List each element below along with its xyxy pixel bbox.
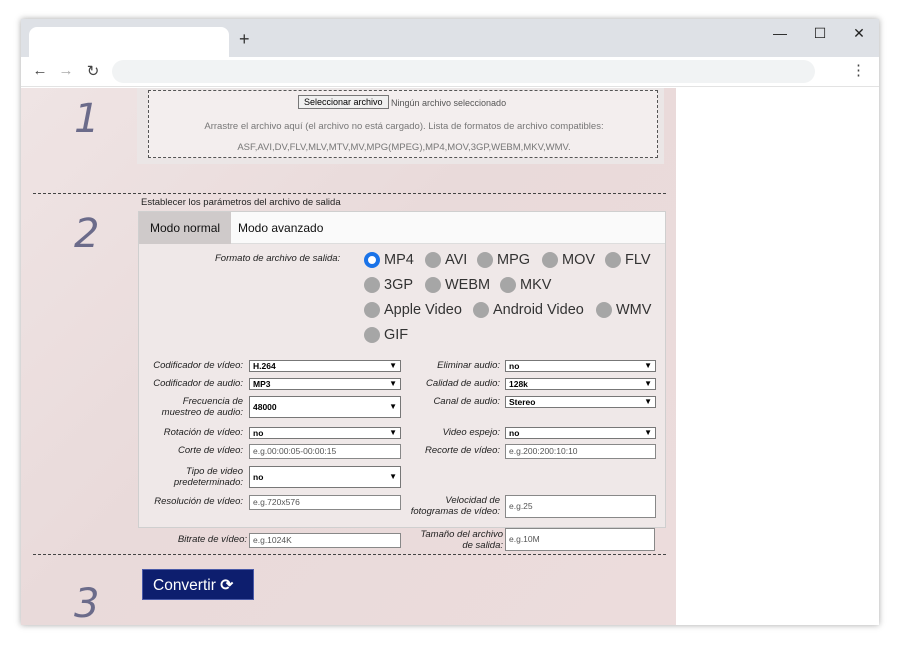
supported-formats: ASF,AVI,DV,FLV,MLV,MTV,MV,MPG(MPEG),MP4,… [237, 142, 571, 153]
page-viewport: 1 Seleccionar archivo Ningún archivo sel… [21, 88, 879, 625]
format-option-webm[interactable]: WEBM [425, 275, 490, 295]
video-codec-select[interactable]: H.264 ▼ [249, 360, 401, 372]
format-option-wmv[interactable]: WMV [596, 300, 651, 320]
back-button[interactable]: ← [30, 62, 50, 79]
format-option-3gp[interactable]: 3GP [364, 275, 413, 295]
rotation-select[interactable]: no ▼ [249, 427, 401, 439]
reload-button[interactable]: ↻ [83, 62, 103, 80]
divider [33, 554, 666, 555]
title-bar: + — ☐ ✕ [21, 19, 879, 57]
step-number-2: 2 [74, 211, 100, 257]
radio-icon [364, 327, 380, 343]
crop-label: Recorte de vídeo: [425, 445, 500, 456]
radio-icon [542, 252, 558, 268]
settings-panel: Modo normal Modo avanzado Formato de arc… [138, 211, 666, 528]
step-number-3: 3 [74, 581, 100, 625]
forward-button[interactable]: → [56, 62, 76, 79]
address-bar[interactable] [112, 60, 815, 83]
format-option-mp4[interactable]: MP4 [364, 250, 414, 270]
format-option-avi[interactable]: AVI [425, 250, 467, 270]
output-size-label: Tamaño del archivo de salida: [420, 529, 503, 551]
convert-button[interactable]: Convertir ⟳ [142, 569, 254, 600]
crop-input[interactable]: e.g.200:200:10:10 [505, 444, 656, 459]
browser-toolbar: ← → ↻ ⋮ [21, 57, 879, 87]
dropdown-arrow-icon: ▼ [389, 472, 397, 481]
refresh-icon: ⟳ [220, 577, 234, 594]
converter-page: 1 Seleccionar archivo Ningún archivo sel… [21, 88, 676, 625]
mirror-label: Video espejo: [442, 427, 500, 438]
settings-heading: Establecer los parámetros del archivo de… [141, 197, 341, 208]
audio-quality-select[interactable]: 128k ▼ [505, 378, 656, 390]
minimize-button[interactable]: — [770, 25, 790, 41]
step-number-1: 1 [74, 96, 100, 142]
resolution-label: Resolución de vídeo: [154, 496, 243, 507]
format-option-mov[interactable]: MOV [542, 250, 595, 270]
audio-channel-label: Canal de audio: [433, 396, 500, 407]
audio-codec-label: Codificador de audio: [153, 378, 243, 389]
dropdown-arrow-icon: ▼ [644, 379, 652, 388]
dropdown-arrow-icon: ▼ [389, 402, 397, 411]
radio-icon [596, 302, 612, 318]
radio-icon [473, 302, 489, 318]
format-option-mkv[interactable]: MKV [500, 275, 551, 295]
radio-icon [364, 277, 380, 293]
format-option-android-video[interactable]: Android Video [473, 300, 584, 320]
dropdown-arrow-icon: ▼ [389, 428, 397, 437]
drag-instructions: Arrastre el archivo aquí (el archivo no … [204, 121, 604, 132]
dropdown-arrow-icon: ▼ [389, 379, 397, 388]
rotation-label: Rotación de vídeo: [163, 427, 243, 438]
dropdown-arrow-icon: ▼ [644, 397, 652, 406]
divider [33, 193, 666, 194]
preset-label: Tipo de video predeterminado: [173, 466, 243, 488]
radio-selected-icon [364, 252, 380, 268]
dropdown-arrow-icon: ▼ [644, 361, 652, 370]
upload-section: Seleccionar archivo Ningún archivo selec… [137, 88, 664, 164]
dropdown-arrow-icon: ▼ [389, 361, 397, 370]
new-tab-button[interactable]: + [239, 29, 250, 50]
select-file-button[interactable]: Seleccionar archivo [298, 95, 389, 109]
radio-icon [425, 277, 441, 293]
audio-quality-label: Calidad de audio: [426, 378, 500, 389]
preset-select[interactable]: no ▼ [249, 466, 401, 488]
fps-input[interactable]: e.g.25 [505, 495, 656, 518]
format-option-flv[interactable]: FLV [605, 250, 651, 270]
maximize-button[interactable]: ☐ [810, 25, 830, 42]
radio-icon [500, 277, 516, 293]
resolution-input[interactable]: e.g.720x576 [249, 495, 401, 510]
bitrate-input[interactable]: e.g.1024K [249, 533, 401, 548]
dropdown-arrow-icon: ▼ [644, 428, 652, 437]
cut-label: Corte de vídeo: [178, 445, 243, 456]
sample-rate-label: Frecuencia de muestreo de audio: [161, 396, 243, 418]
cut-input[interactable]: e.g.00:00:05-00:00:15 [249, 444, 401, 459]
browser-window: + — ☐ ✕ ← → ↻ ⋮ 1 Seleccionar archivo Ni… [21, 19, 879, 625]
sample-rate-select[interactable]: 48000 ▼ [249, 396, 401, 418]
radio-icon [364, 302, 380, 318]
remove-audio-label: Eliminar audio: [437, 360, 500, 371]
mode-tabs: Modo normal Modo avanzado [139, 212, 665, 244]
fps-label: Velocidad de fotogramas de vídeo: [410, 495, 500, 517]
mirror-select[interactable]: no ▼ [505, 427, 656, 439]
drop-zone[interactable]: Seleccionar archivo Ningún archivo selec… [148, 90, 658, 158]
format-option-gif[interactable]: GIF [364, 325, 408, 345]
video-codec-label: Codificador de vídeo: [153, 360, 243, 371]
no-file-label: Ningún archivo seleccionado [391, 98, 507, 108]
radio-icon [605, 252, 621, 268]
format-option-apple-video[interactable]: Apple Video [364, 300, 462, 320]
browser-tab[interactable] [29, 27, 229, 57]
output-format-label: Formato de archivo de salida: [215, 253, 341, 264]
remove-audio-select[interactable]: no ▼ [505, 360, 656, 372]
tab-normal-mode[interactable]: Modo normal [139, 212, 232, 244]
radio-icon [477, 252, 493, 268]
audio-codec-select[interactable]: MP3 ▼ [249, 378, 401, 390]
audio-channel-select[interactable]: Stereo ▼ [505, 396, 656, 408]
close-button[interactable]: ✕ [849, 25, 869, 42]
format-option-mpg[interactable]: MPG [477, 250, 530, 270]
radio-icon [425, 252, 441, 268]
output-size-input[interactable]: e.g.10M [505, 528, 655, 551]
tab-advanced-mode[interactable]: Modo avanzado [227, 212, 334, 244]
bitrate-label: Bitrate de vídeo: [177, 534, 247, 545]
browser-menu-button[interactable]: ⋮ [851, 61, 866, 79]
